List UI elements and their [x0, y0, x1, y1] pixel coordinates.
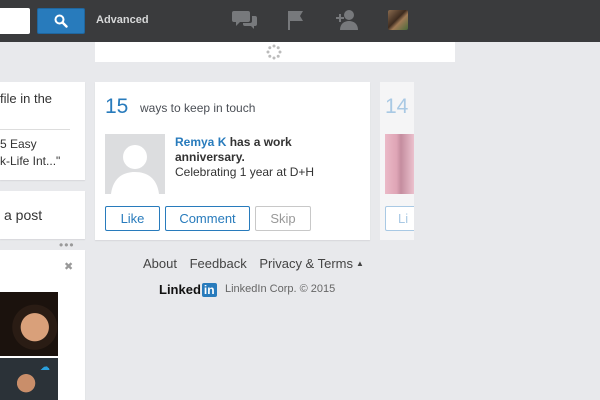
- logo-box: in: [201, 283, 217, 297]
- article-link[interactable]: 5 Easy k-Life Int...": [0, 136, 85, 170]
- default-person-icon: [111, 145, 159, 194]
- ghost-avatar-icon[interactable]: [105, 134, 165, 194]
- copyright-text: LinkedIn Corp. © 2015: [225, 283, 336, 295]
- people-you-may-know-card: ✖ ☁: [0, 250, 85, 400]
- top-nav-bar: Advanced: [0, 0, 600, 42]
- event-text: anniversary.: [175, 150, 245, 164]
- event-text: has a work: [226, 135, 292, 149]
- divider: [0, 129, 70, 130]
- search-button[interactable]: [37, 8, 85, 34]
- like-button[interactable]: Like: [105, 206, 160, 231]
- ways-count: 15: [105, 95, 129, 118]
- about-link[interactable]: About: [143, 256, 177, 271]
- caret-up-icon: ▲: [356, 259, 364, 268]
- search-icon: [54, 14, 68, 28]
- privacy-terms-link[interactable]: Privacy & Terms ▲: [259, 256, 373, 271]
- logo-text: Linked: [159, 282, 201, 297]
- person-photo[interactable]: [0, 292, 58, 356]
- linkedin-logo[interactable]: Linked in: [159, 282, 217, 297]
- keep-in-touch-card: 15 ways to keep in touch Remya K has a w…: [95, 82, 370, 240]
- footer-links: About Feedback Privacy & Terms ▲: [143, 256, 382, 271]
- notification-text: Remya K has a work anniversary. Celebrat…: [175, 135, 314, 180]
- article-title-line: k-Life Int...": [0, 154, 61, 168]
- feedback-link[interactable]: Feedback: [190, 256, 247, 271]
- next-keep-in-touch-card[interactable]: 14 Li: [380, 82, 414, 240]
- comment-button[interactable]: Comment: [165, 206, 250, 231]
- profile-tip-card: file in the 5 Easy k-Life Int...": [0, 82, 85, 180]
- person-name-link[interactable]: Remya K: [175, 135, 226, 149]
- profile-avatar[interactable]: [388, 10, 408, 30]
- profile-tip-text: file in the: [0, 91, 53, 106]
- ways-count: 14: [385, 95, 409, 118]
- company-badge-icon: ☁: [40, 362, 50, 373]
- more-options-icon[interactable]: •••: [59, 239, 75, 251]
- messages-icon[interactable]: [232, 9, 258, 31]
- notifications-flag-icon[interactable]: [286, 9, 306, 31]
- share-box[interactable]: a post: [0, 191, 85, 239]
- close-icon[interactable]: ✖: [64, 260, 73, 273]
- share-prompt: a post: [4, 207, 43, 223]
- add-connections-icon[interactable]: [336, 9, 360, 31]
- loading-spinner-icon: [266, 44, 282, 60]
- skip-button[interactable]: Skip: [255, 206, 311, 231]
- privacy-terms-label: Privacy & Terms: [259, 256, 353, 271]
- like-button: Li: [385, 206, 414, 231]
- event-detail: Celebrating 1 year at D+H: [175, 165, 315, 179]
- person-photo: [385, 134, 414, 194]
- search-input[interactable]: [0, 8, 30, 34]
- card-title: ways to keep in touch: [140, 101, 256, 115]
- advanced-search-link[interactable]: Advanced: [96, 14, 149, 26]
- article-title-line: 5 Easy: [0, 137, 37, 151]
